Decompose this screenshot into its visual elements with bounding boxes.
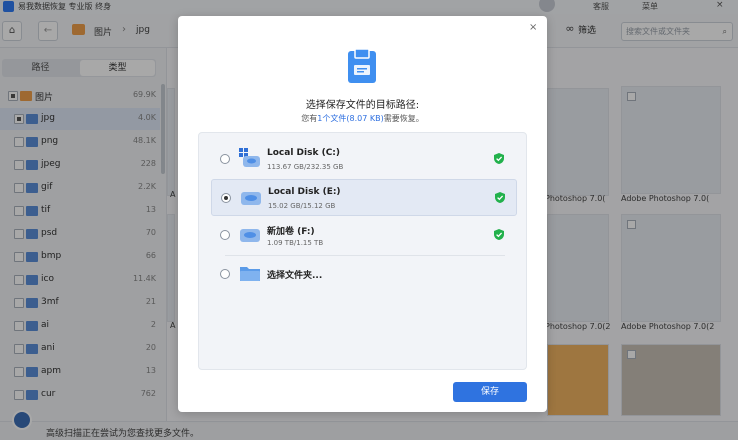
- subtitle-suffix: 需要恢复。: [383, 114, 424, 123]
- windows-disk-icon: [239, 148, 260, 167]
- shield-check-icon: [494, 153, 504, 164]
- shield-check-icon: [495, 192, 505, 203]
- radio-button[interactable]: [220, 230, 230, 240]
- disk-icon: [240, 229, 260, 242]
- choose-folder-label: 选择文件夹...: [267, 271, 323, 281]
- drive-name: Local Disk (E:): [268, 187, 341, 197]
- radio-button[interactable]: [220, 269, 230, 279]
- dialog-subtitle: 您有1个文件(8.07 KB)需要恢复。: [178, 113, 547, 124]
- radio-button-selected[interactable]: [221, 193, 231, 203]
- save-location-dialog: × 选择保存文件的目标路径: 您有1个文件(8.07 KB)需要恢复。 Loca…: [178, 16, 547, 412]
- drive-option-f[interactable]: 新加卷 (F:) 1.09 TB/1.15 TB: [211, 217, 517, 254]
- close-icon[interactable]: ×: [529, 22, 537, 33]
- drive-list: Local Disk (C:) 113.67 GB/232.35 GB Loca…: [198, 132, 527, 370]
- drive-name: 新加卷 (F:): [267, 227, 315, 237]
- folder-icon: [240, 267, 260, 281]
- drive-space: 15.02 GB/15.12 GB: [268, 202, 336, 210]
- drive-option-c[interactable]: Local Disk (C:) 113.67 GB/232.35 GB: [211, 141, 517, 178]
- file-document-icon: [348, 48, 376, 83]
- radio-button[interactable]: [220, 154, 230, 164]
- shield-check-icon: [494, 229, 504, 240]
- subtitle-prefix: 您有: [301, 114, 318, 123]
- drive-space: 113.67 GB/232.35 GB: [267, 163, 344, 171]
- save-button[interactable]: 保存: [453, 382, 527, 402]
- choose-folder-option[interactable]: 选择文件夹...: [211, 256, 517, 293]
- drive-option-e[interactable]: Local Disk (E:) 15.02 GB/15.12 GB: [211, 179, 517, 216]
- disk-icon: [241, 192, 261, 205]
- dialog-title: 选择保存文件的目标路径:: [305, 100, 420, 111]
- drive-space: 1.09 TB/1.15 TB: [267, 239, 324, 247]
- drive-name: Local Disk (C:): [267, 148, 341, 158]
- file-summary: 1个文件(8.07 KB): [317, 114, 384, 123]
